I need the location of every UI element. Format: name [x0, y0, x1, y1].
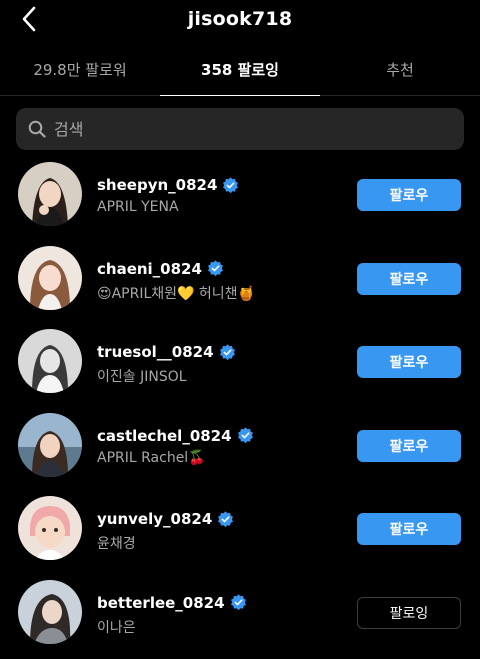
- username[interactable]: sheepyn_0824: [97, 176, 217, 194]
- search-bar[interactable]: [16, 108, 464, 150]
- display-name: 이나은: [97, 619, 136, 636]
- display-name: APRIL YENA: [97, 199, 179, 215]
- avatar[interactable]: [18, 245, 82, 310]
- avatar[interactable]: [18, 162, 82, 226]
- list-item[interactable]: sheepyn_0824 APRIL YENA 팔로우: [0, 160, 480, 244]
- following-button[interactable]: 팔로잉: [357, 596, 461, 629]
- display-name: 윤채경: [97, 536, 136, 552]
- list-item[interactable]: betterlee_0824 이나은 팔로잉: [0, 578, 480, 659]
- list-item[interactable]: truesol__0824 이진솔 JINSOL 팔로우: [0, 327, 480, 411]
- tab-bar: 29.8만 팔로워 358 팔로잉 추천: [0, 50, 480, 96]
- username[interactable]: castlechel_0824: [97, 427, 232, 445]
- list-item[interactable]: yunvely_0824 윤채경 팔로우: [0, 494, 480, 578]
- account-info: sheepyn_0824 APRIL YENA: [97, 174, 347, 215]
- avatar[interactable]: [18, 329, 82, 393]
- tab-suggested[interactable]: 추천: [320, 50, 480, 95]
- username[interactable]: chaeni_0824: [97, 260, 202, 278]
- verified-badge-icon: [219, 343, 235, 360]
- verified-badge-icon: [223, 176, 239, 193]
- account-info: castlechel_0824 APRIL Rachel🍒: [97, 425, 347, 466]
- avatar[interactable]: [18, 496, 82, 560]
- following-list: sheepyn_0824 APRIL YENA 팔로우 chaeni_0824 …: [0, 160, 480, 659]
- username[interactable]: truesol__0824: [97, 343, 214, 361]
- tab-followers[interactable]: 29.8만 팔로워: [0, 50, 160, 95]
- follow-button[interactable]: 팔로우: [357, 513, 461, 545]
- tab-following[interactable]: 358 팔로잉: [160, 50, 320, 96]
- display-name: 😍APRIL채원💛 허니챈🍯: [97, 285, 255, 302]
- avatar[interactable]: [18, 579, 82, 644]
- search-input[interactable]: [54, 119, 434, 139]
- username[interactable]: betterlee_0824: [97, 594, 225, 612]
- avatar[interactable]: [18, 412, 82, 477]
- follow-button[interactable]: 팔로우: [357, 429, 461, 462]
- username[interactable]: yunvely_0824: [97, 510, 212, 528]
- page-title: jisook718: [187, 8, 293, 30]
- follow-button[interactable]: 팔로우: [357, 346, 461, 378]
- verified-badge-icon: [230, 594, 246, 611]
- header: jisook718: [0, 0, 480, 40]
- account-info: betterlee_0824 이나은: [97, 592, 347, 637]
- follow-button[interactable]: 팔로우: [357, 179, 461, 211]
- verified-badge-icon: [218, 510, 234, 527]
- search-icon: [28, 120, 46, 138]
- display-name: APRIL Rachel🍒: [97, 449, 206, 466]
- display-name: 이진솔 JINSOL: [97, 369, 187, 385]
- account-info: truesol__0824 이진솔 JINSOL: [97, 341, 347, 386]
- follow-button[interactable]: 팔로우: [357, 262, 461, 295]
- verified-badge-icon: [207, 260, 223, 277]
- list-item[interactable]: castlechel_0824 APRIL Rachel🍒 팔로우: [0, 411, 480, 495]
- list-item[interactable]: chaeni_0824 😍APRIL채원💛 허니챈🍯 팔로우: [0, 244, 480, 328]
- verified-badge-icon: [237, 427, 253, 444]
- account-info: yunvely_0824 윤채경: [97, 508, 347, 553]
- account-info: chaeni_0824 😍APRIL채원💛 허니챈🍯: [97, 258, 347, 303]
